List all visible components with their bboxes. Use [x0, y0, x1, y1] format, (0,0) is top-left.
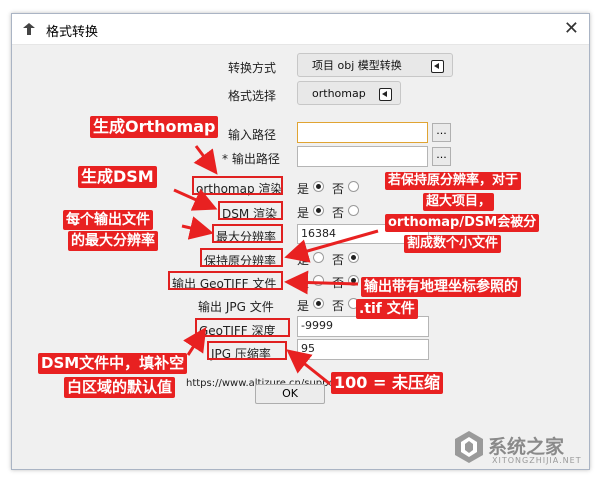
watermark-en: XITONGZHIJIA.NET — [492, 456, 582, 465]
annotation-dsm-fill-2: 白区域的默认值 — [64, 377, 176, 398]
annotation-keep-3: orthomap/DSM会被分 — [385, 214, 540, 232]
arrow-dsm-fill — [183, 326, 207, 356]
site-watermark: 系统之家 XITONGZHIJIA.NET — [448, 424, 596, 472]
annotation-max-res-2: 的最大分辨率 — [68, 231, 158, 251]
watermark-logo-icon — [455, 431, 483, 463]
annotation-gen-dsm: 生成DSM — [78, 166, 157, 188]
annotation-geotiff-1: 输出带有地理坐标参照的 — [361, 277, 521, 297]
arrow-max-res — [181, 216, 214, 240]
annotation-geotiff-2: .tif 文件 — [356, 299, 418, 319]
watermark-cn: 系统之家 — [488, 436, 565, 458]
arrow-dsm — [173, 188, 218, 211]
annotation-max-res-1: 每个输出文件 — [63, 210, 153, 230]
annotation-dsm-fill-1: DSM文件中，填补空 — [38, 353, 188, 374]
annotation-keep-1: 若保持原分辨率，对于 — [385, 172, 522, 190]
annotation-keep-4: 割成数个小文件 — [404, 235, 502, 253]
arrow-ortho — [193, 145, 218, 175]
arrow-quality — [286, 349, 331, 386]
arrow-geotiff — [284, 270, 359, 295]
arrow-keep-res — [284, 229, 379, 263]
annotation-gen-ortho: 生成Orthomap — [90, 116, 219, 138]
annotation-keep-2: 超大项目， — [423, 193, 495, 211]
annotation-quality: 100 = 未压缩 — [331, 372, 443, 394]
